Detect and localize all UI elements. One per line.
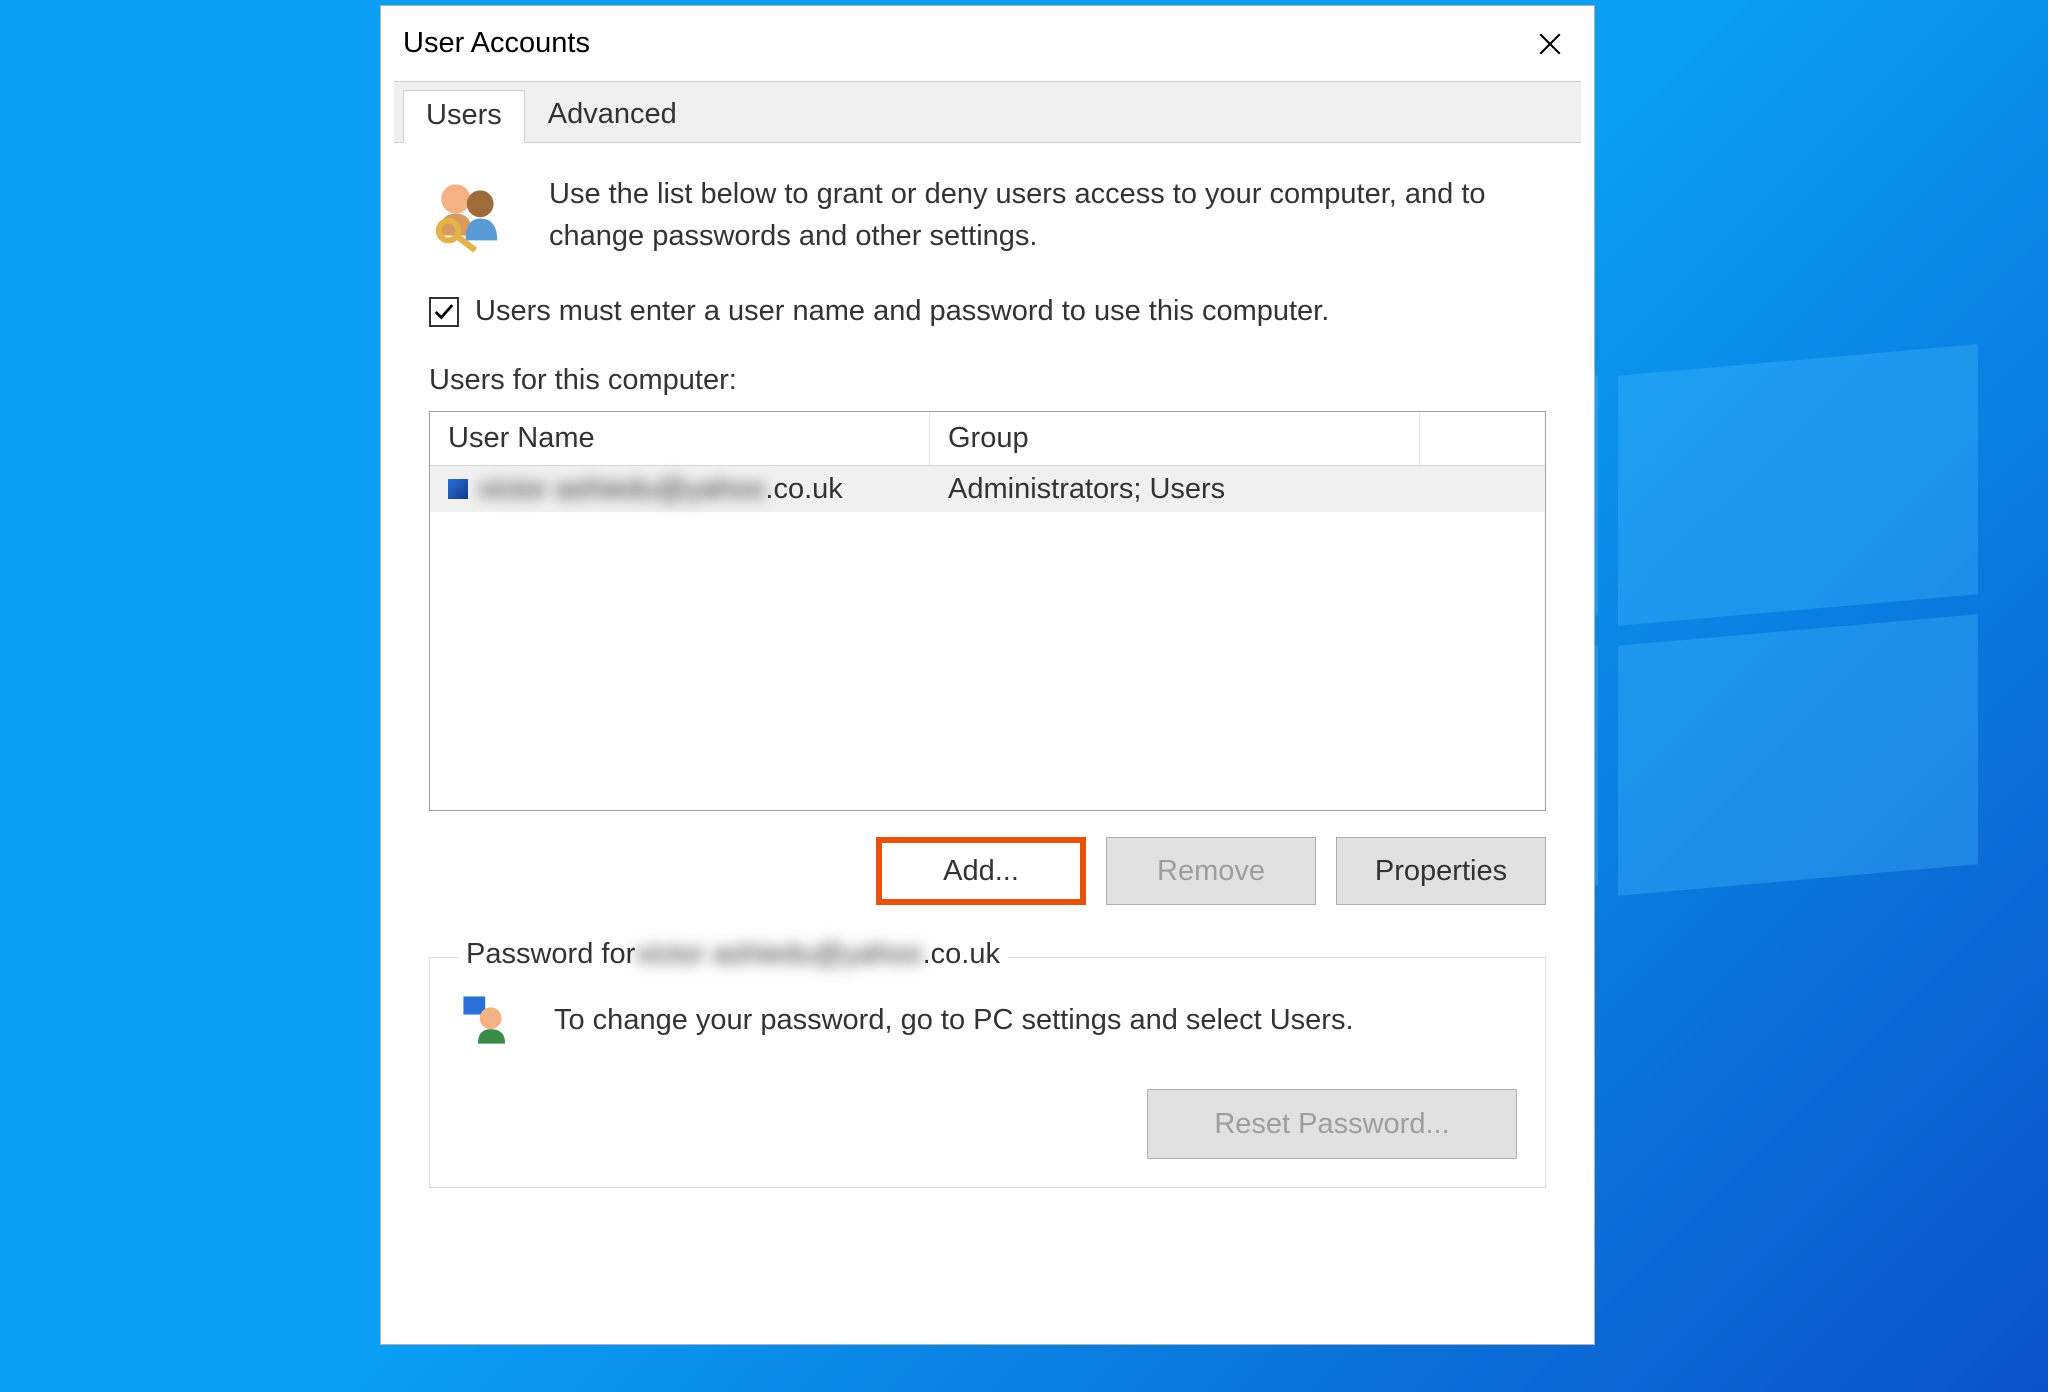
must-enter-label: Users must enter a user name and passwor…	[475, 295, 1329, 328]
reset-password-button[interactable]: Reset Password...	[1147, 1089, 1517, 1159]
intro-text: Use the list below to grant or deny user…	[549, 173, 1546, 257]
tab-users[interactable]: Users	[403, 90, 525, 143]
must-enter-checkbox-row[interactable]: Users must enter a user name and passwor…	[429, 295, 1546, 328]
close-icon	[1537, 31, 1563, 57]
titlebar: User Accounts	[381, 6, 1594, 81]
table-row[interactable]: victor ashiedu@yahoo.co.uk Administrator…	[430, 466, 1545, 512]
cell-username: victor ashiedu@yahoo.co.uk	[430, 467, 930, 512]
col-group[interactable]: Group	[930, 412, 1420, 465]
users-list[interactable]: User Name Group victor ashiedu@yahoo.co.…	[429, 411, 1546, 811]
checkmark-icon	[433, 301, 455, 323]
cell-group: Administrators; Users	[930, 467, 1545, 512]
account-type-icon	[448, 479, 468, 499]
password-legend: Password for victor ashiedu@yahoo .co.uk	[458, 938, 1008, 971]
add-button[interactable]: Add...	[876, 837, 1086, 905]
users-list-header: User Name Group	[430, 412, 1545, 466]
properties-button[interactable]: Properties	[1336, 837, 1546, 905]
intro-row: Use the list below to grant or deny user…	[429, 173, 1546, 257]
tab-advanced[interactable]: Advanced	[525, 89, 700, 142]
user-shield-icon	[458, 991, 516, 1049]
col-username[interactable]: User Name	[430, 412, 930, 465]
window-title: User Accounts	[403, 27, 590, 60]
must-enter-checkbox[interactable]	[429, 297, 459, 327]
password-body: To change your password, go to PC settin…	[458, 991, 1517, 1049]
users-key-icon	[429, 177, 507, 255]
password-instruction: To change your password, go to PC settin…	[554, 1004, 1354, 1037]
user-accounts-dialog: User Accounts Users Advanced Use the lis…	[380, 5, 1595, 1345]
remove-button[interactable]: Remove	[1106, 837, 1316, 905]
close-button[interactable]	[1530, 24, 1570, 64]
tabstrip: Users Advanced	[394, 81, 1581, 143]
list-buttons-row: Add... Remove Properties	[429, 837, 1546, 905]
password-groupbox: Password for victor ashiedu@yahoo .co.uk…	[429, 957, 1546, 1188]
users-list-heading: Users for this computer:	[429, 364, 1546, 397]
tab-content: Use the list below to grant or deny user…	[381, 143, 1594, 1344]
